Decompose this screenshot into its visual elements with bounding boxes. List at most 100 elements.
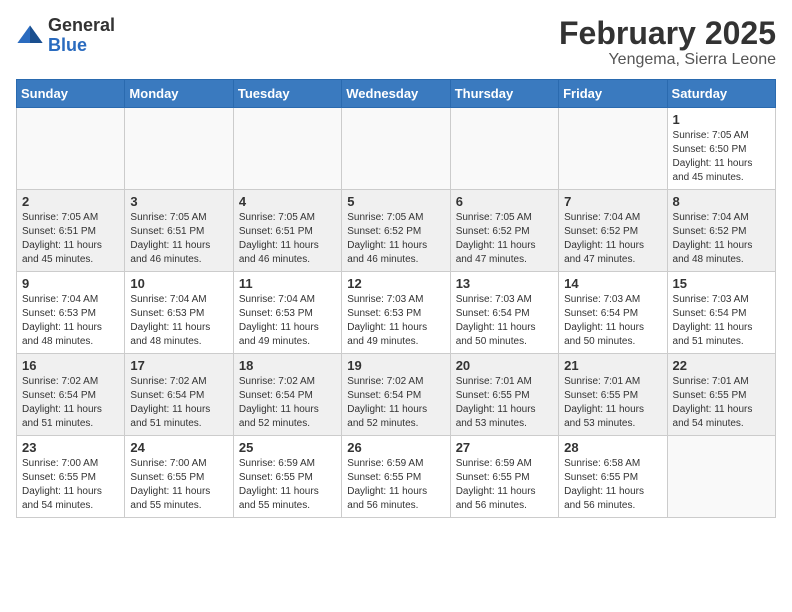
day-number: 14 <box>564 276 661 291</box>
calendar-cell: 13 Sunrise: 7:03 AMSunset: 6:54 PMDayligh… <box>450 272 558 354</box>
calendar-cell <box>559 108 667 190</box>
calendar-cell: 20 Sunrise: 7:01 AMSunset: 6:55 PMDayligh… <box>450 354 558 436</box>
day-info: Sunrise: 7:00 AMSunset: 6:55 PMDaylight:… <box>22 457 119 513</box>
calendar-cell <box>667 436 775 518</box>
calendar-cell: 21 Sunrise: 7:01 AMSunset: 6:55 PMDayligh… <box>559 354 667 436</box>
day-info: Sunrise: 7:04 AMSunset: 6:53 PMDaylight:… <box>22 293 119 349</box>
calendar-cell: 15Sunrise: 7:03 AMSunset: 6:54 PMDayligh… <box>667 272 775 354</box>
day-number: 9 <box>22 276 119 291</box>
day-number: 22 <box>673 358 770 373</box>
day-info: Sunrise: 7:03 AMSunset: 6:54 PMDaylight:… <box>564 293 661 349</box>
calendar-cell: 10 Sunrise: 7:04 AMSunset: 6:53 PMDayligh… <box>125 272 233 354</box>
page-header: General Blue February 2025 Yengema, Sier… <box>16 16 776 69</box>
day-info: Sunrise: 7:02 AMSunset: 6:54 PMDaylight:… <box>239 375 336 431</box>
calendar-week-row: 16 Sunrise: 7:02 AMSunset: 6:54 PMDayligh… <box>17 354 776 436</box>
logo-text: General Blue <box>48 16 115 56</box>
day-number: 5 <box>347 194 444 209</box>
calendar-cell: 12 Sunrise: 7:03 AMSunset: 6:53 PMDayligh… <box>342 272 450 354</box>
day-number: 20 <box>456 358 553 373</box>
calendar-cell: 22Sunrise: 7:01 AMSunset: 6:55 PMDayligh… <box>667 354 775 436</box>
day-info: Sunrise: 7:02 AMSunset: 6:54 PMDaylight:… <box>22 375 119 431</box>
day-number: 26 <box>347 440 444 455</box>
day-number: 21 <box>564 358 661 373</box>
weekday-header: Sunday <box>17 80 125 108</box>
day-number: 12 <box>347 276 444 291</box>
weekday-header: Wednesday <box>342 80 450 108</box>
calendar-cell: 7 Sunrise: 7:04 AMSunset: 6:52 PMDaylight… <box>559 190 667 272</box>
day-number: 19 <box>347 358 444 373</box>
day-info: Sunrise: 7:05 AMSunset: 6:51 PMDaylight:… <box>130 211 227 267</box>
day-number: 17 <box>130 358 227 373</box>
day-number: 25 <box>239 440 336 455</box>
day-info: Sunrise: 7:05 AMSunset: 6:50 PMDaylight:… <box>673 129 770 185</box>
day-info: Sunrise: 6:59 AMSunset: 6:55 PMDaylight:… <box>347 457 444 513</box>
day-number: 24 <box>130 440 227 455</box>
calendar-cell: 3 Sunrise: 7:05 AMSunset: 6:51 PMDaylight… <box>125 190 233 272</box>
calendar-cell <box>450 108 558 190</box>
day-info: Sunrise: 7:03 AMSunset: 6:54 PMDaylight:… <box>456 293 553 349</box>
day-info: Sunrise: 7:04 AMSunset: 6:53 PMDaylight:… <box>239 293 336 349</box>
calendar-cell: 26 Sunrise: 6:59 AMSunset: 6:55 PMDayligh… <box>342 436 450 518</box>
day-number: 3 <box>130 194 227 209</box>
calendar-cell: 1 Sunrise: 7:05 AMSunset: 6:50 PMDaylight… <box>667 108 775 190</box>
day-number: 15 <box>673 276 770 291</box>
day-number: 4 <box>239 194 336 209</box>
title-block: February 2025 Yengema, Sierra Leone <box>559 16 776 69</box>
day-number: 6 <box>456 194 553 209</box>
calendar-cell <box>17 108 125 190</box>
logo-blue: Blue <box>48 36 115 56</box>
weekday-header: Monday <box>125 80 233 108</box>
day-info: Sunrise: 7:05 AMSunset: 6:52 PMDaylight:… <box>347 211 444 267</box>
day-number: 16 <box>22 358 119 373</box>
calendar-cell <box>342 108 450 190</box>
calendar-cell: 18Sunrise: 7:02 AMSunset: 6:54 PMDayligh… <box>233 354 341 436</box>
day-info: Sunrise: 6:59 AMSunset: 6:55 PMDaylight:… <box>456 457 553 513</box>
day-number: 1 <box>673 112 770 127</box>
month-title: February 2025 <box>559 16 776 51</box>
calendar-cell: 19 Sunrise: 7:02 AMSunset: 6:54 PMDayligh… <box>342 354 450 436</box>
day-info: Sunrise: 7:01 AMSunset: 6:55 PMDaylight:… <box>456 375 553 431</box>
day-info: Sunrise: 7:03 AMSunset: 6:53 PMDaylight:… <box>347 293 444 349</box>
weekday-header: Friday <box>559 80 667 108</box>
day-number: 27 <box>456 440 553 455</box>
day-number: 13 <box>456 276 553 291</box>
calendar-cell: 24 Sunrise: 7:00 AMSunset: 6:55 PMDayligh… <box>125 436 233 518</box>
calendar-week-row: 9 Sunrise: 7:04 AMSunset: 6:53 PMDaylight… <box>17 272 776 354</box>
day-info: Sunrise: 7:02 AMSunset: 6:54 PMDaylight:… <box>347 375 444 431</box>
calendar-week-row: 23 Sunrise: 7:00 AMSunset: 6:55 PMDayligh… <box>17 436 776 518</box>
weekday-header: Thursday <box>450 80 558 108</box>
day-number: 7 <box>564 194 661 209</box>
weekday-header: Tuesday <box>233 80 341 108</box>
calendar-cell <box>125 108 233 190</box>
day-info: Sunrise: 7:01 AMSunset: 6:55 PMDaylight:… <box>564 375 661 431</box>
day-info: Sunrise: 7:05 AMSunset: 6:51 PMDaylight:… <box>22 211 119 267</box>
calendar-cell: 23 Sunrise: 7:00 AMSunset: 6:55 PMDayligh… <box>17 436 125 518</box>
calendar-cell: 27 Sunrise: 6:59 AMSunset: 6:55 PMDayligh… <box>450 436 558 518</box>
day-info: Sunrise: 7:05 AMSunset: 6:52 PMDaylight:… <box>456 211 553 267</box>
weekday-header-row: SundayMondayTuesdayWednesdayThursdayFrid… <box>17 80 776 108</box>
calendar-cell: 5 Sunrise: 7:05 AMSunset: 6:52 PMDaylight… <box>342 190 450 272</box>
day-info: Sunrise: 7:04 AMSunset: 6:52 PMDaylight:… <box>564 211 661 267</box>
day-number: 11 <box>239 276 336 291</box>
day-info: Sunrise: 7:00 AMSunset: 6:55 PMDaylight:… <box>130 457 227 513</box>
day-number: 8 <box>673 194 770 209</box>
day-number: 23 <box>22 440 119 455</box>
day-info: Sunrise: 7:04 AMSunset: 6:53 PMDaylight:… <box>130 293 227 349</box>
calendar-cell: 8 Sunrise: 7:04 AMSunset: 6:52 PMDaylight… <box>667 190 775 272</box>
calendar-cell: 9 Sunrise: 7:04 AMSunset: 6:53 PMDaylight… <box>17 272 125 354</box>
day-number: 2 <box>22 194 119 209</box>
calendar-cell: 28Sunrise: 6:58 AMSunset: 6:55 PMDayligh… <box>559 436 667 518</box>
day-info: Sunrise: 7:02 AMSunset: 6:54 PMDaylight:… <box>130 375 227 431</box>
calendar-cell: 14 Sunrise: 7:03 AMSunset: 6:54 PMDayligh… <box>559 272 667 354</box>
calendar-cell: 6 Sunrise: 7:05 AMSunset: 6:52 PMDaylight… <box>450 190 558 272</box>
day-info: Sunrise: 7:05 AMSunset: 6:51 PMDaylight:… <box>239 211 336 267</box>
calendar-cell: 11 Sunrise: 7:04 AMSunset: 6:53 PMDayligh… <box>233 272 341 354</box>
day-info: Sunrise: 7:04 AMSunset: 6:52 PMDaylight:… <box>673 211 770 267</box>
logo: General Blue <box>16 16 115 56</box>
calendar-cell: 2 Sunrise: 7:05 AMSunset: 6:51 PMDaylight… <box>17 190 125 272</box>
day-number: 10 <box>130 276 227 291</box>
weekday-header: Saturday <box>667 80 775 108</box>
calendar-cell: 16 Sunrise: 7:02 AMSunset: 6:54 PMDayligh… <box>17 354 125 436</box>
calendar-cell: 4 Sunrise: 7:05 AMSunset: 6:51 PMDaylight… <box>233 190 341 272</box>
logo-general: General <box>48 16 115 36</box>
